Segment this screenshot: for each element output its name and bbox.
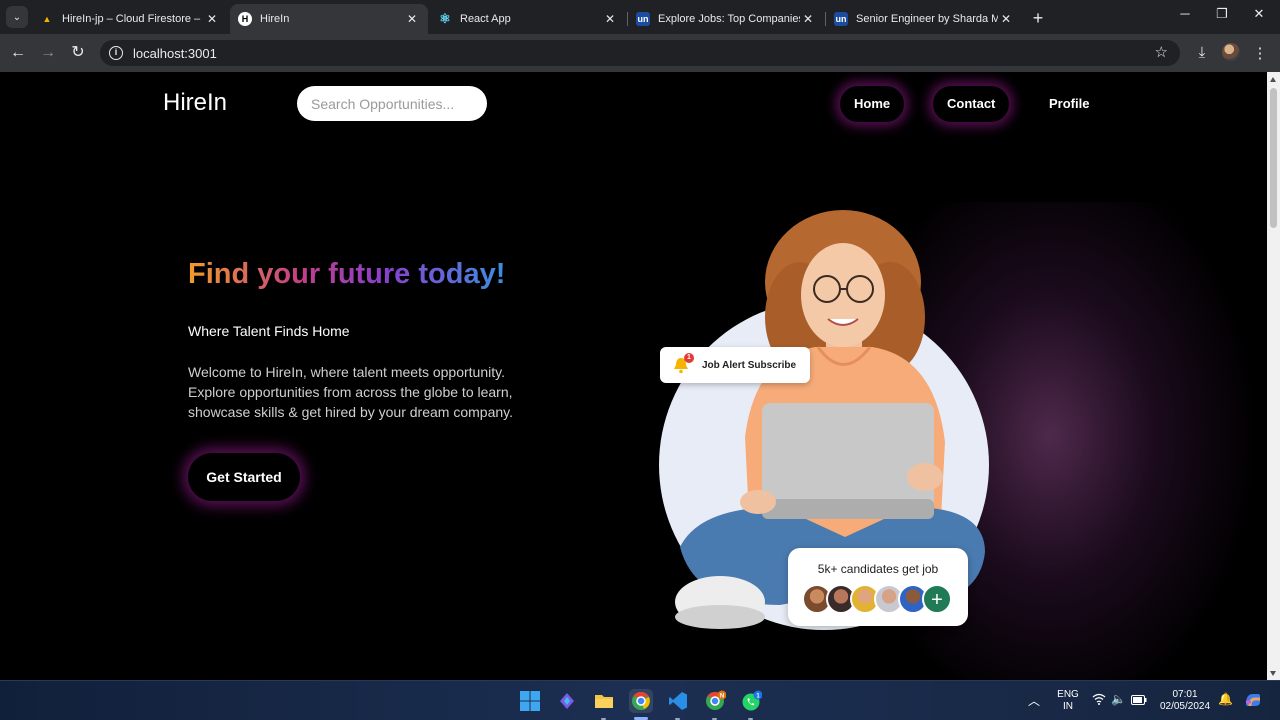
site-info-icon[interactable]: i [109,46,123,60]
scroll-up-icon[interactable] [1270,77,1276,82]
candidates-card: 5k+ candidates get job + [788,548,968,626]
chrome-badge: N [720,694,724,700]
hero-description: Welcome to HireIn, where talent meets op… [188,364,513,420]
job-alert-label: Job Alert Subscribe [702,359,797,371]
notification-badge: 1 [684,353,694,363]
firebase-icon: ▲ [42,14,52,24]
unstop-icon: un [834,12,848,26]
tab-title: HireIn-jp – Cloud Firestore – Da [62,13,204,25]
new-tab-button[interactable]: + [1028,8,1048,29]
unstop-icon: un [636,12,650,26]
close-icon[interactable]: ✕ [204,12,220,26]
search-input[interactable] [297,86,487,121]
tab-senior-engineer[interactable]: un Senior Engineer by Sharda Mot ✕ [826,4,1022,34]
download-icon[interactable]: ⤓ [1192,44,1212,61]
page-viewport: HireIn Home Contact Profile Find your fu… [0,72,1267,680]
close-icon[interactable]: ✕ [998,12,1014,26]
scroll-down-icon[interactable] [1270,671,1276,676]
wifi-icon[interactable] [1092,693,1106,708]
tab-search-menu-icon[interactable]: ⌄ [6,6,28,28]
tab-title: React App [460,13,511,25]
page-scrollbar[interactable] [1267,72,1280,680]
chrome-profile-icon[interactable]: N [703,689,727,713]
profile-avatar-icon[interactable] [1222,43,1240,61]
restore-icon[interactable]: ❐ [1207,6,1237,22]
windows-start-icon[interactable] [518,689,542,713]
minimize-icon[interactable]: ─ [1170,6,1200,21]
hero-subtitle: Where Talent Finds Home [188,323,350,339]
close-icon[interactable]: ✕ [602,12,618,26]
tab-title: Senior Engineer by Sharda Mot [856,13,998,25]
tab-react-app[interactable]: ⚛ React App ✕ [430,4,626,34]
copilot-tray-icon[interactable] [1243,690,1263,713]
react-icon: ⚛ [439,11,451,26]
file-explorer-icon[interactable] [592,689,616,713]
candidates-label: 5k+ candidates get job [817,562,939,576]
language-region: IN [1063,701,1073,712]
battery-icon[interactable] [1131,695,1147,708]
tab-hirein[interactable]: H HireIn ✕ [230,4,428,34]
get-started-button[interactable]: Get Started [188,453,300,501]
clock[interactable]: 07:01 02/05/2024 [1156,689,1214,713]
hero-title: Find your future today! [188,258,506,290]
clock-time: 07:01 [1172,689,1198,700]
nav-contact[interactable]: Contact [933,86,1010,122]
close-icon[interactable]: ✕ [800,12,816,26]
browser-toolbar: ← → ↻ i localhost:3001 ☆ ⤓ ⋮ [0,34,1280,72]
bell-icon: 1 [672,353,694,374]
language-code: ENG [1057,689,1079,700]
reload-icon[interactable]: ↻ [68,43,88,63]
copilot-icon[interactable] [555,689,579,713]
site-logo[interactable]: HireIn [163,89,227,117]
forward-arrow-icon[interactable]: → [38,43,58,63]
whatsapp-icon[interactable]: 1 [739,689,763,713]
tab-firestore[interactable]: ▲ HireIn-jp – Cloud Firestore – Da ✕ [32,4,228,34]
notification-bell-icon[interactable]: 🔔 [1218,692,1233,706]
add-plus-icon: + [922,584,952,614]
close-icon[interactable]: ✕ [404,12,420,26]
browser-tab-bar: ⌄ ▲ HireIn-jp – Cloud Firestore – Da ✕ H… [0,0,1280,34]
volume-icon[interactable]: 🔈 [1111,692,1126,706]
more-menu-icon[interactable]: ⋮ [1250,44,1270,62]
nav-home[interactable]: Home [840,86,905,122]
show-hidden-icons-chevron-icon[interactable]: ︿ [1028,692,1040,709]
nav-profile[interactable]: Profile [1035,86,1103,122]
language-indicator[interactable]: ENG IN [1052,689,1084,713]
scrollbar-thumb[interactable] [1270,88,1277,228]
vscode-icon[interactable] [666,689,690,713]
candidate-avatars: + [802,584,952,614]
windows-taskbar: N 1 ︿ ENG IN 🔈 07:01 02/05/2024 🔔 [0,680,1280,720]
back-arrow-icon[interactable]: ← [8,43,28,63]
tab-title: Explore Jobs: Top Companies A [658,13,800,25]
tab-explore-jobs[interactable]: un Explore Jobs: Top Companies A ✕ [628,4,824,34]
address-bar[interactable]: i localhost:3001 ☆ [100,40,1180,66]
chrome-icon[interactable] [629,689,653,713]
window-close-icon[interactable]: ✕ [1244,6,1274,22]
bookmark-star-icon[interactable]: ☆ [1155,43,1168,61]
url-text[interactable]: localhost:3001 [133,46,217,61]
hero-illustration: 1 Job Alert Subscribe 5k+ candidates get… [640,207,1010,637]
clock-date: 02/05/2024 [1159,701,1211,712]
hirein-icon: H [238,12,252,26]
job-alert-card[interactable]: 1 Job Alert Subscribe [660,347,810,383]
tab-title: HireIn [260,13,290,25]
